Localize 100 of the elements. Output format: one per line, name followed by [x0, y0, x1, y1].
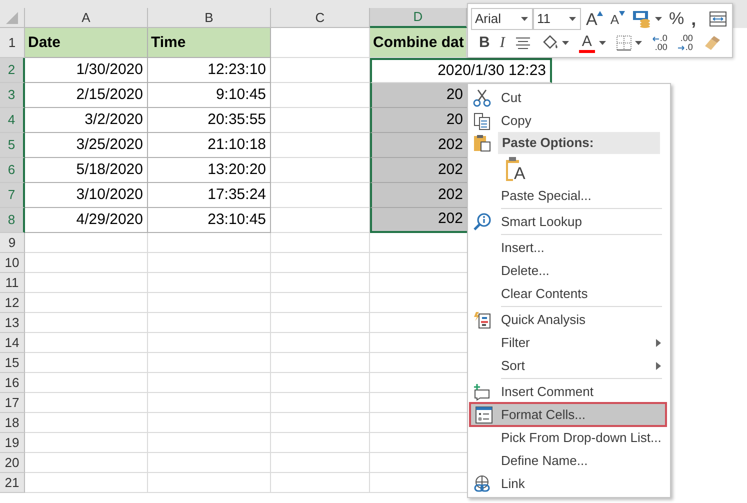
comma-style-button[interactable]: ,	[689, 8, 698, 30]
menu-item[interactable]: Clear Contents	[468, 282, 670, 305]
menu-item[interactable]: Insert...	[468, 236, 670, 259]
menu-item[interactable]: Pick From Drop-down List...	[468, 426, 670, 449]
bold-button[interactable]: B	[477, 32, 492, 54]
lightning-chart-icon	[473, 310, 491, 328]
caret-icon	[562, 41, 569, 45]
table-cell: 202	[370, 133, 467, 158]
caret-icon	[598, 41, 606, 45]
column-header[interactable]: D	[370, 8, 467, 28]
table-cell: 20	[370, 83, 467, 108]
italic-button[interactable]: I	[498, 32, 507, 54]
table-cell: 2/15/2020	[25, 83, 148, 108]
row-header[interactable]: 18	[0, 413, 25, 433]
table-cell: 9:10:45	[148, 83, 271, 108]
copy-icon	[473, 112, 491, 130]
menu-item[interactable]: Filter	[468, 331, 670, 354]
menu-item[interactable]: Smart Lookup	[468, 210, 670, 233]
row-header[interactable]: 12	[0, 293, 25, 313]
column-header[interactable]: B	[148, 8, 271, 28]
row-header[interactable]: 11	[0, 273, 25, 293]
table-cell: 5/18/2020	[25, 158, 148, 183]
increase-font-size-button[interactable]: A	[584, 8, 606, 30]
row-header[interactable]: 13	[0, 313, 25, 333]
table-cell: 12:23:10	[148, 58, 271, 83]
table-cell: 13:20:20	[148, 158, 271, 183]
scissors-icon	[473, 88, 491, 106]
color-bar	[578, 50, 595, 52]
column-header[interactable]: A	[25, 8, 148, 28]
row-header[interactable]: 9	[0, 233, 25, 253]
paint-bucket-icon	[540, 35, 559, 51]
menu-item[interactable]: Delete...	[468, 259, 670, 282]
table-cell: 202	[370, 183, 467, 208]
menu-item[interactable]: Link	[468, 472, 670, 495]
row-header[interactable]: 8	[0, 208, 25, 233]
table-cell: 3/2/2020	[25, 108, 148, 133]
table-cell: 20:35:55	[148, 108, 271, 133]
table-cell: 3/10/2020	[25, 183, 148, 208]
row-header[interactable]: 6	[0, 158, 25, 183]
paintbrush-icon	[702, 35, 721, 51]
row-header[interactable]: 21	[0, 473, 25, 493]
table-cell: 21:10:18	[148, 133, 271, 158]
align-center-icon	[514, 37, 531, 49]
table-cell: 20	[370, 108, 467, 133]
increase-decimal-button[interactable]: .0 .00	[650, 32, 670, 54]
form-list-icon	[475, 406, 493, 424]
percent-style-button[interactable]: %	[667, 8, 686, 30]
table-cell: 1/30/2020	[25, 58, 148, 83]
row-header[interactable]: 14	[0, 333, 25, 353]
caret-icon	[655, 17, 662, 21]
menu-item[interactable]: Cut	[468, 86, 670, 109]
font-color-button[interactable]: A	[576, 32, 608, 54]
triangle-up-icon	[597, 11, 604, 16]
decrease-font-size-button[interactable]: A	[608, 8, 628, 30]
column-header[interactable]: C	[271, 8, 370, 28]
row-header[interactable]: 4	[0, 108, 25, 133]
accounting-format-button[interactable]	[630, 8, 664, 30]
paste-values-button[interactable]: A	[505, 155, 527, 183]
menu-item[interactable]: Paste Special...	[468, 184, 670, 207]
row-header[interactable]: 16	[0, 373, 25, 393]
decrease-decimal-button[interactable]: .00 .0	[675, 32, 695, 54]
arrow-right-icon	[677, 44, 686, 50]
menu-item[interactable]: Sort	[468, 354, 670, 377]
menu-item[interactable]: Define Name...	[468, 449, 670, 472]
table-cell: 4/29/2020	[25, 208, 148, 233]
search-info-icon	[473, 212, 491, 230]
row-header[interactable]: 1	[0, 28, 25, 58]
font-size-field[interactable]: 11	[533, 8, 581, 30]
row-header[interactable]: 2	[0, 58, 25, 83]
globe-link-icon	[473, 474, 491, 492]
row-header[interactable]: 15	[0, 353, 25, 373]
menu-item[interactable]: Format Cells...	[470, 403, 666, 426]
menu-item[interactable]: Copy	[468, 109, 670, 132]
row-header[interactable]: 3	[0, 83, 25, 108]
row-header[interactable]: 19	[0, 433, 25, 453]
menu-section-header: Paste Options:	[502, 134, 594, 152]
comment-plus-icon	[473, 382, 491, 400]
table-cell: 17:35:24	[148, 183, 271, 208]
font-name-field[interactable]: Arial	[471, 8, 533, 30]
menu-item[interactable]: Quick Analysis	[468, 308, 670, 331]
borders-grid-icon	[616, 35, 632, 51]
menu-item[interactable]: Insert Comment	[468, 380, 670, 403]
table-cell: 202	[370, 158, 467, 183]
row-header[interactable]: 10	[0, 253, 25, 273]
clipboard-icon	[473, 134, 491, 152]
corner-triangle-icon	[6, 12, 18, 24]
table-cell: 23:10:45	[148, 208, 271, 233]
row-header[interactable]: 20	[0, 453, 25, 473]
money-coins-icon	[632, 10, 652, 28]
triangle-down-icon	[619, 11, 626, 16]
table-cell: 3/25/2020	[25, 133, 148, 158]
row-header[interactable]: 17	[0, 393, 25, 413]
caret-icon	[521, 17, 528, 21]
caret-icon	[569, 17, 576, 21]
caret-icon	[634, 41, 642, 45]
table-cell: 202	[370, 208, 467, 233]
table-header-cell: Date	[25, 28, 148, 58]
row-header[interactable]: 5	[0, 133, 25, 158]
row-header[interactable]: 7	[0, 183, 25, 208]
table-header-cell: Time	[148, 28, 271, 58]
